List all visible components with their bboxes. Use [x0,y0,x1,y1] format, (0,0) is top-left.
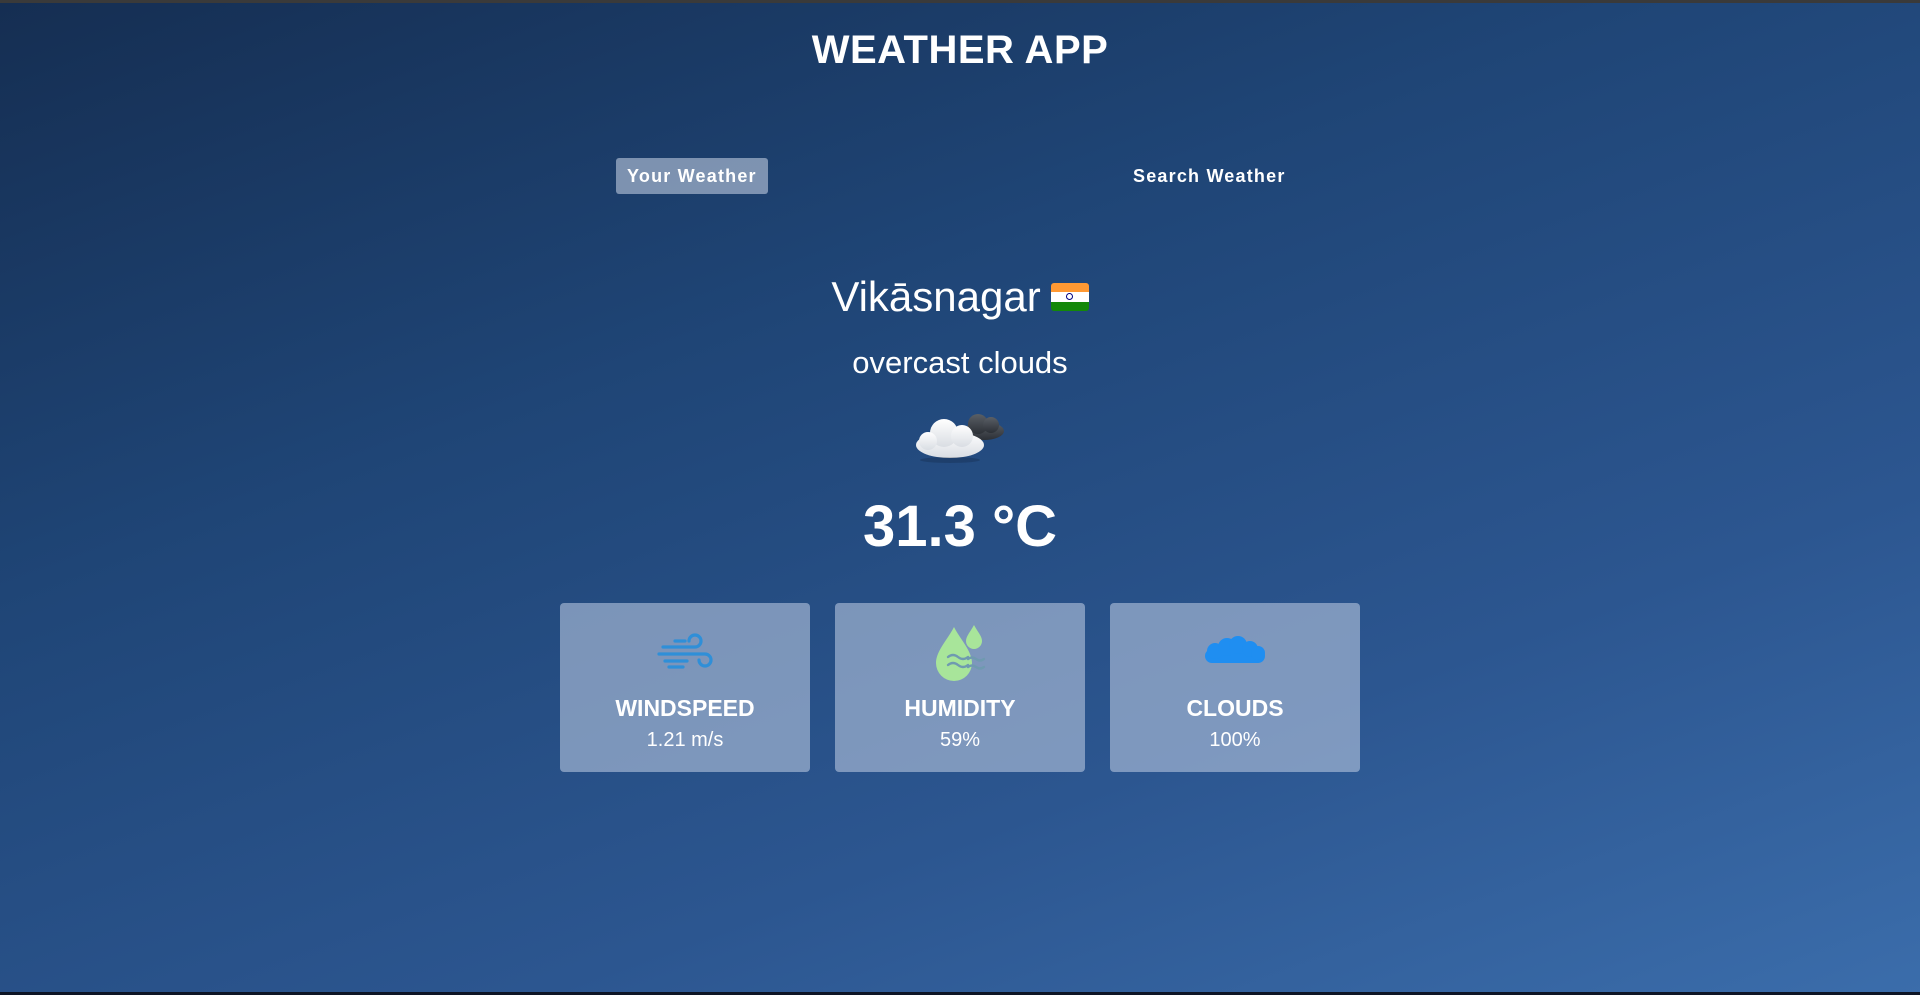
city-name: Vikāsnagar [831,273,1041,320]
weather-stats: WINDSPEED 1.21 m/s HUMIDITY 59% CLOUDS 1… [0,603,1920,772]
app-title: WEATHER APP [811,28,1109,72]
windspeed-card: WINDSPEED 1.21 m/s [560,603,810,772]
humidity-card: HUMIDITY 59% [835,603,1085,772]
overcast-clouds-icon [916,414,1004,463]
window-top-border [0,0,1920,3]
india-flag-icon [1050,282,1089,311]
tab-bar: Your Weather Search Weather [0,158,1920,194]
humidity-value: 59% [939,729,981,751]
wind-icon [657,633,713,669]
weather-description: overcast clouds [852,345,1068,380]
humidity-label: HUMIDITY [904,695,1016,721]
clouds-label: CLOUDS [1186,695,1284,721]
windspeed-value: 1.21 m/s [646,729,724,751]
windspeed-label: WINDSPEED [615,695,755,721]
clouds-card: CLOUDS 100% [1110,603,1360,772]
cloud-icon [1205,636,1265,663]
location-heading: Vikāsnagar [0,270,1920,324]
tab-your-weather[interactable]: Your Weather [616,158,768,194]
humidity-drops-icon [936,625,986,681]
tab-search-weather[interactable]: Search Weather [1122,158,1297,194]
clouds-value: 100% [1209,729,1261,751]
temperature-value: 31.3 °C [862,494,1058,559]
